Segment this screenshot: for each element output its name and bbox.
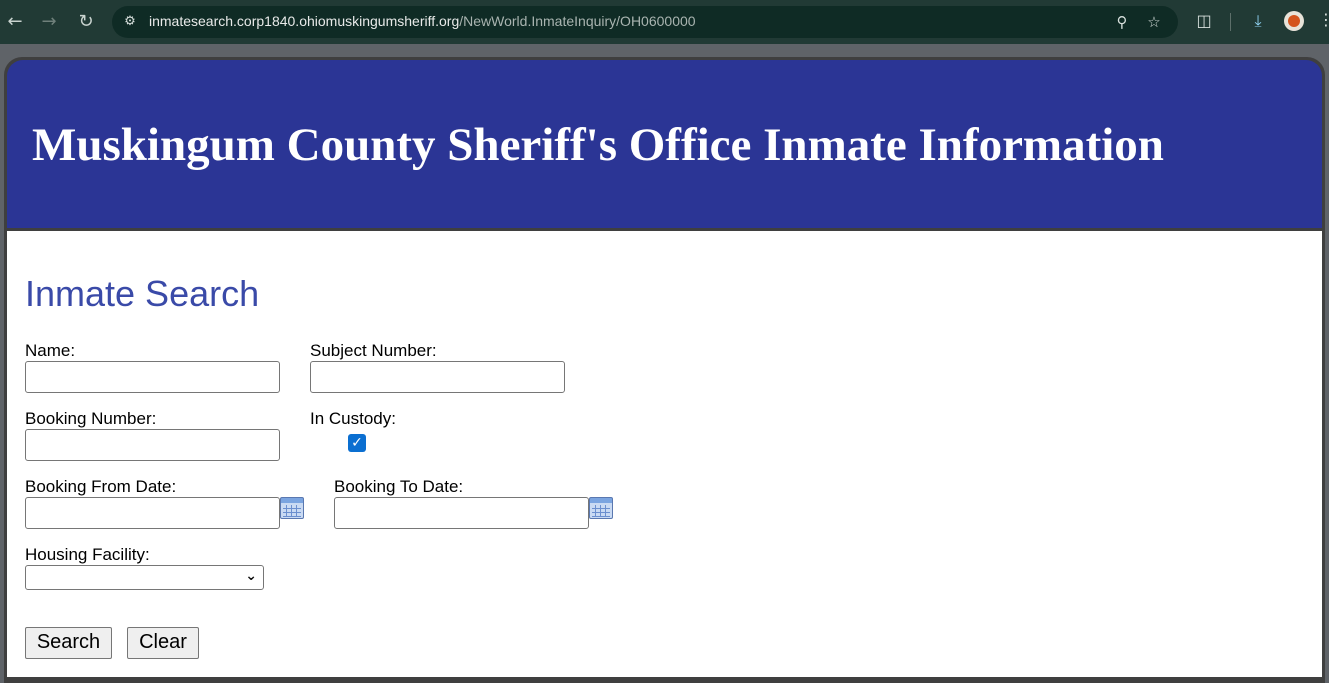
menu-icon[interactable]: ⋮	[1318, 10, 1329, 29]
in-custody-checkbox[interactable]: ✓	[348, 434, 366, 452]
site-header: Muskingum County Sheriff's Office Inmate…	[7, 60, 1322, 228]
puzzle-icon[interactable]: ◫	[1193, 10, 1215, 32]
url-host: inmatesearch.corp1840.ohiomuskingumsheri…	[149, 13, 460, 29]
back-icon[interactable]: ←	[3, 10, 27, 34]
calendar-icon[interactable]	[280, 497, 304, 519]
booking-to-date-label: Booking To Date:	[334, 477, 464, 496]
subject-number-label: Subject Number:	[310, 341, 437, 360]
site-info-icon[interactable]: ⚙	[120, 12, 140, 32]
site-title: Muskingum County Sheriff's Office Inmate…	[32, 119, 1164, 171]
booking-to-date-field[interactable]	[334, 497, 589, 529]
download-icon[interactable]: ⤓	[1247, 10, 1269, 32]
star-icon[interactable]: ☆	[1144, 12, 1164, 32]
page-title: Inmate Search	[25, 273, 260, 314]
search-button[interactable]: Search	[25, 627, 112, 659]
inmate-search-form: Inmate Search Name: Subject Number: Book…	[7, 231, 1322, 677]
booking-number-field[interactable]	[25, 429, 280, 461]
housing-facility-select[interactable]: ⌄	[25, 565, 264, 590]
booking-from-date-field[interactable]	[25, 497, 280, 529]
zoom-icon[interactable]: ⚲	[1112, 12, 1132, 32]
forward-icon[interactable]: →	[37, 10, 61, 34]
subject-number-field[interactable]	[310, 361, 565, 393]
name-label: Name:	[25, 341, 76, 360]
url-text[interactable]: inmatesearch.corp1840.ohiomuskingumsheri…	[149, 13, 696, 29]
url-path: /NewWorld.InmateInquiry/OH0600000	[459, 13, 696, 29]
in-custody-label: In Custody:	[310, 409, 396, 428]
toolbar-divider	[1230, 13, 1231, 31]
browser-toolbar: ← → ↻ ⚙ inmatesearch.corp1840.ohiomuskin…	[0, 0, 1329, 44]
booking-number-label: Booking Number:	[25, 409, 157, 428]
housing-facility-label: Housing Facility:	[25, 545, 150, 564]
name-field[interactable]	[25, 361, 280, 393]
calendar-icon[interactable]	[589, 497, 613, 519]
chevron-down-icon: ⌄	[245, 568, 257, 584]
address-bar[interactable]: ⚙ inmatesearch.corp1840.ohiomuskingumshe…	[112, 6, 1178, 38]
booking-from-date-label: Booking From Date:	[25, 477, 177, 496]
avatar[interactable]	[1284, 11, 1304, 31]
reload-icon[interactable]: ↻	[74, 10, 98, 34]
clear-button[interactable]: Clear	[127, 627, 199, 659]
